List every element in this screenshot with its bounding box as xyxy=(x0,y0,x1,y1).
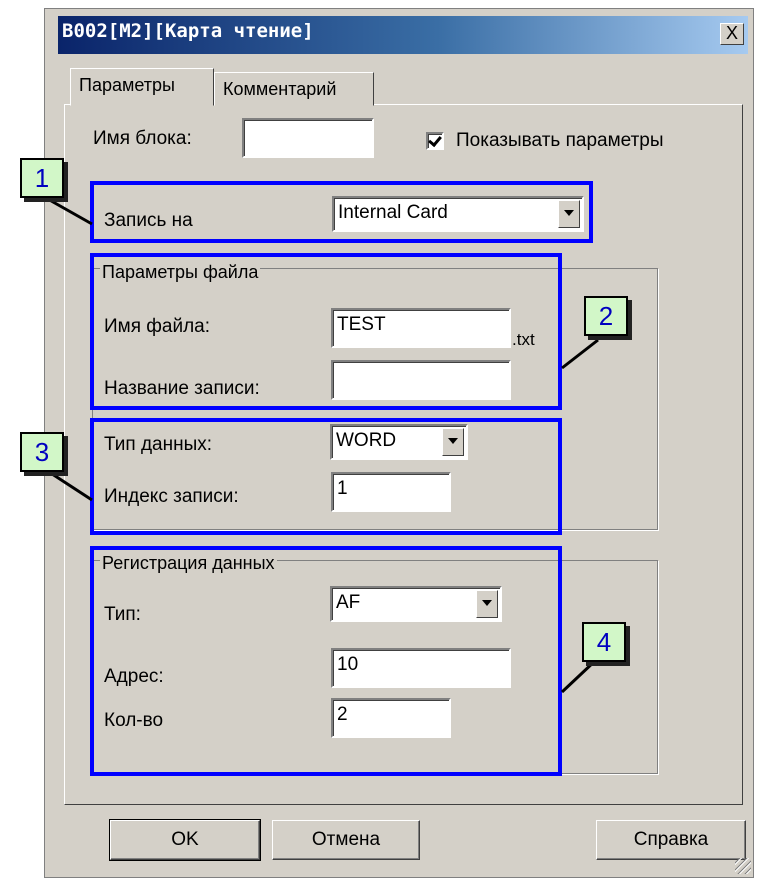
callout-lines xyxy=(45,196,599,694)
callout-line-2 xyxy=(561,338,599,370)
callout-line-1 xyxy=(45,196,93,226)
cancel-button[interactable]: Отмена xyxy=(272,820,420,860)
help-button[interactable]: Справка xyxy=(596,820,746,860)
ok-button[interactable]: OK xyxy=(109,819,261,861)
callout-3: 3 xyxy=(20,432,64,472)
callout-line-4 xyxy=(560,658,598,694)
callout-2: 2 xyxy=(584,296,628,336)
tab-parameters[interactable]: Параметры xyxy=(70,68,214,106)
callout-4: 4 xyxy=(582,622,626,662)
resize-grip-icon[interactable] xyxy=(735,858,751,874)
callout-1: 1 xyxy=(20,158,64,198)
callout-line-3 xyxy=(45,468,93,502)
